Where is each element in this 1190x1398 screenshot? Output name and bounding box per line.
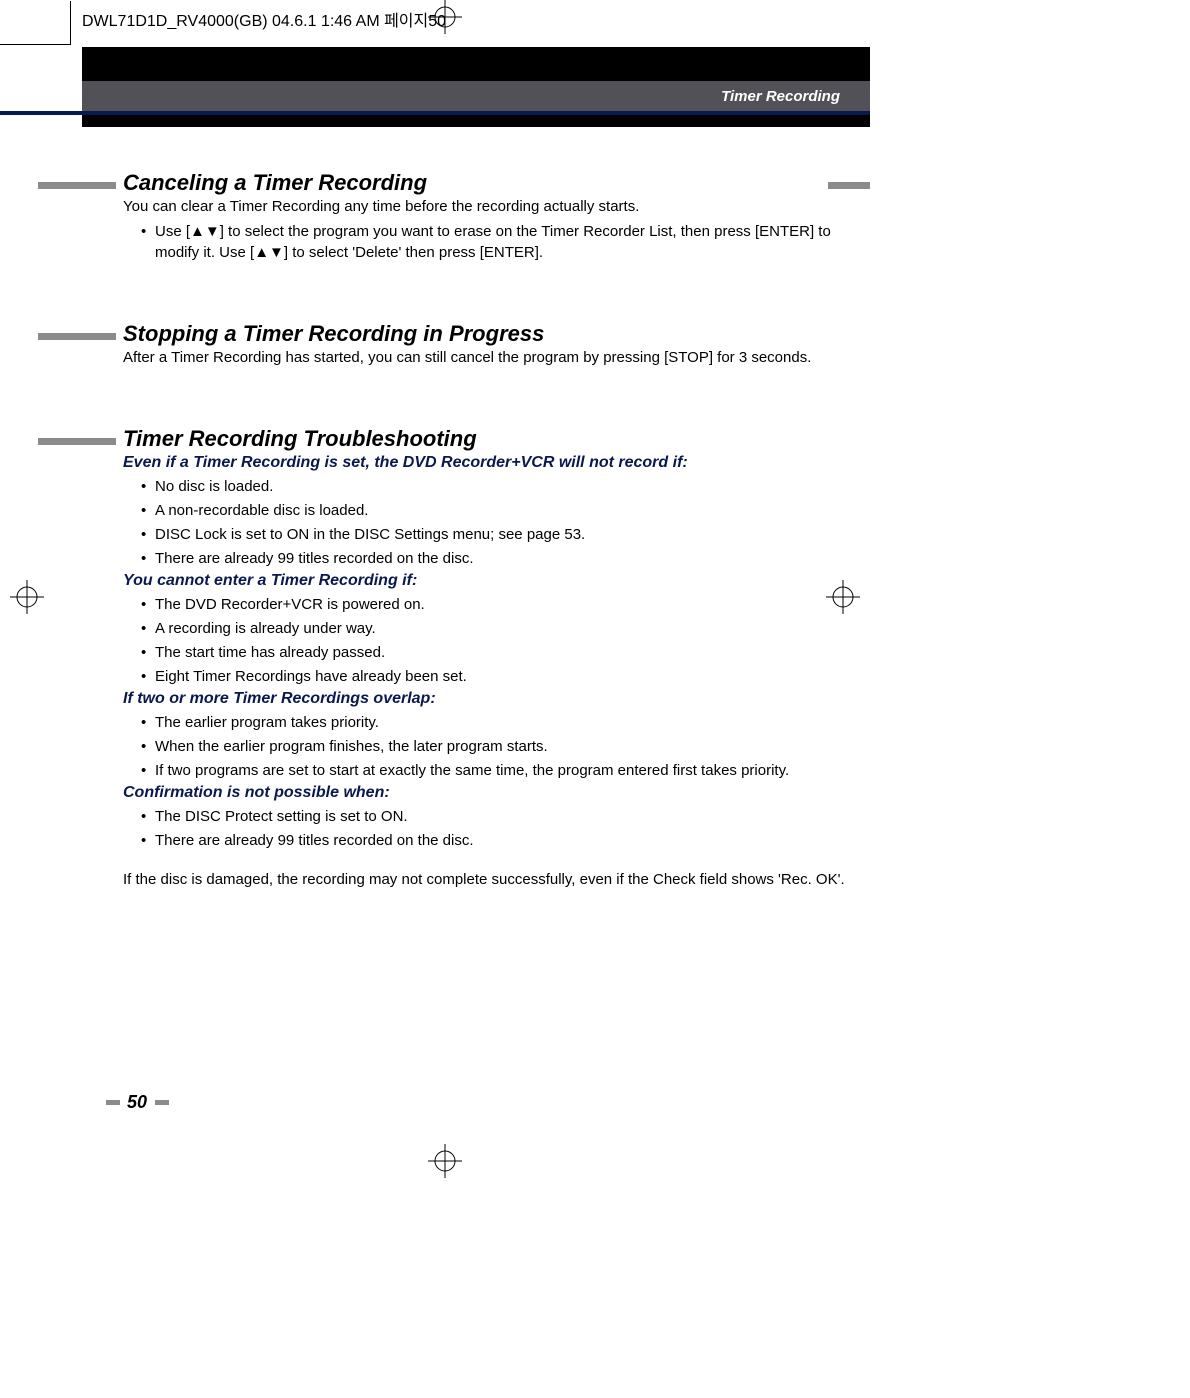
section-bar-left [38,182,116,189]
sub-heading: If two or more Timer Recordings overlap: [123,690,863,708]
crop-mark-left-icon [10,580,44,619]
page-content: Canceling a Timer Recording You can clea… [123,170,863,948]
bullet-list: The earlier program takes priority. When… [123,712,863,781]
page-num-bar-left [106,1100,120,1105]
list-item: When the earlier program finishes, the l… [141,736,863,757]
page-number: 50 [127,1092,147,1113]
sub-heading: You cannot enter a Timer Recording if: [123,572,863,590]
bullet-list: The DISC Protect setting is set to ON. T… [123,806,863,851]
list-item: A non-recordable disc is loaded. [141,500,863,521]
list-item: There are already 99 titles recorded on … [141,548,863,569]
section-intro: After a Timer Recording has started, you… [123,347,863,368]
section-title: Stopping a Timer Recording in Progress [123,321,863,347]
crop-mark-h [0,44,71,45]
bullet-list: No disc is loaded. A non-recordable disc… [123,476,863,569]
file-header-text: DWL71D1D_RV4000(GB) 04.6.1 1:46 AM 페이지50 [82,7,446,31]
list-item: The earlier program takes priority. [141,712,863,733]
section-troubleshooting: Timer Recording Troubleshooting Even if … [123,426,863,890]
list-item: Eight Timer Recordings have already been… [141,666,863,687]
section-footer-note: If the disc is damaged, the recording ma… [123,869,863,890]
list-item: A recording is already under way. [141,618,863,639]
section-bar-left [38,438,116,445]
list-item: There are already 99 titles recorded on … [141,830,863,851]
section-canceling: Canceling a Timer Recording You can clea… [123,170,863,263]
list-item: DISC Lock is set to ON in the DISC Setti… [141,524,863,545]
crop-mark-v [70,1,71,45]
list-item: The start time has already passed. [141,642,863,663]
section-title: Canceling a Timer Recording [123,170,863,196]
list-item: No disc is loaded. [141,476,863,497]
section-bar-left [38,333,116,340]
sub-heading: Confirmation is not possible when: [123,784,863,802]
crop-mark-bottom-icon [428,1144,462,1183]
list-item: If two programs are set to start at exac… [141,760,863,781]
section-bar-right [828,182,870,189]
sub-heading: Even if a Timer Recording is set, the DV… [123,454,863,472]
page-num-bar-right [155,1100,169,1105]
section-intro: You can clear a Timer Recording any time… [123,196,863,217]
list-item: The DISC Protect setting is set to ON. [141,806,863,827]
header-blue-line [0,111,870,115]
section-title: Timer Recording Troubleshooting [123,426,863,452]
crop-mark-top-icon [428,0,462,34]
bullet-list: The DVD Recorder+VCR is powered on. A re… [123,594,863,687]
crop-mark-tr-icon [822,58,870,65]
list-item: The DVD Recorder+VCR is powered on. [141,594,863,615]
list-item: Use [▲▼] to select the program you want … [141,221,863,263]
section-stopping: Stopping a Timer Recording in Progress A… [123,321,863,368]
banner-title: Timer Recording [721,88,840,105]
bullet-list: Use [▲▼] to select the program you want … [123,221,863,263]
